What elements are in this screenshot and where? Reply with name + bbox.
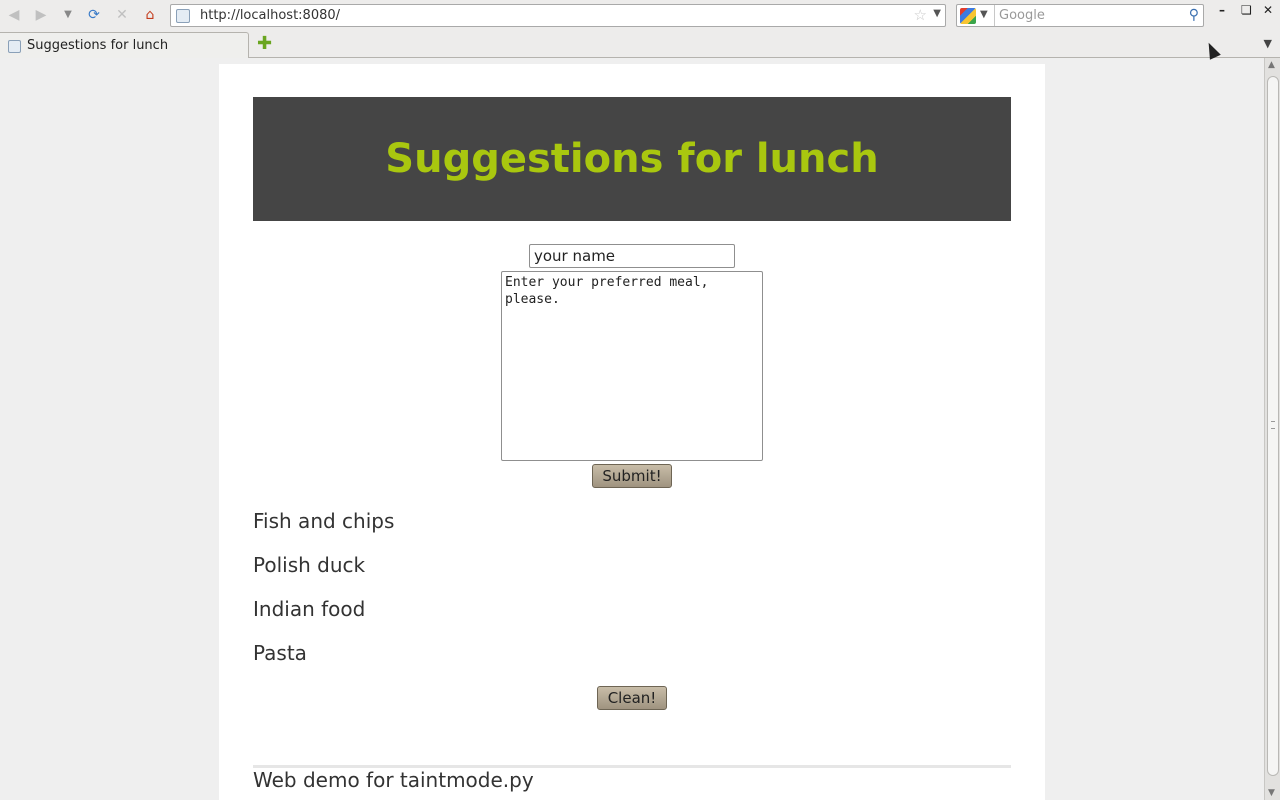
name-input[interactable] <box>529 244 735 268</box>
scroll-down-arrow-icon[interactable]: ▼ <box>1268 788 1275 798</box>
footer-text: Web demo for taintmode.py <box>253 768 534 792</box>
header-banner: Suggestions for lunch <box>253 97 1011 221</box>
search-bar[interactable]: ▼ Google ⚲ <box>956 4 1204 27</box>
page-content: Suggestions for lunch Enter your preferr… <box>219 64 1045 800</box>
submit-button[interactable]: Submit! <box>592 464 672 488</box>
scroll-thumb[interactable] <box>1267 76 1279 776</box>
search-separator <box>994 5 995 26</box>
restore-icon[interactable]: ❏ <box>1241 3 1252 17</box>
url-text[interactable]: http://localhost:8080/ <box>200 8 340 23</box>
back-arrow-icon[interactable]: ◀ <box>4 5 24 25</box>
scroll-up-arrow-icon[interactable]: ▲ <box>1268 60 1275 70</box>
close-window-icon[interactable]: ✕ <box>1263 3 1273 17</box>
url-dropdown-icon[interactable]: ▼ <box>933 8 941 19</box>
meal-textarea[interactable]: Enter your preferred meal, please. <box>501 271 763 461</box>
clean-button[interactable]: Clean! <box>597 686 667 710</box>
meal-item: Pasta <box>253 641 307 665</box>
stop-icon[interactable]: ✕ <box>112 5 132 25</box>
meal-item: Polish duck <box>253 553 366 577</box>
address-bar[interactable]: http://localhost:8080/ ☆ ▼ <box>170 4 946 27</box>
vertical-scrollbar[interactable]: ▲ ▼ <box>1264 58 1280 800</box>
minimize-icon[interactable]: – <box>1219 3 1225 17</box>
search-engine-icon[interactable] <box>960 8 976 24</box>
plus-icon[interactable]: ✚ <box>257 34 272 54</box>
home-icon[interactable]: ⌂ <box>140 5 160 25</box>
tab-list-dropdown-icon[interactable]: ▼ <box>1264 37 1272 50</box>
tab-title: Suggestions for lunch <box>27 38 169 53</box>
tab-favicon-icon <box>8 40 21 53</box>
reload-icon[interactable]: ⟳ <box>84 5 104 25</box>
search-placeholder[interactable]: Google <box>999 8 1045 23</box>
meal-item: Fish and chips <box>253 509 395 533</box>
history-dropdown-icon[interactable]: ▼ <box>58 5 78 25</box>
site-favicon-icon <box>176 9 190 23</box>
meal-item: Indian food <box>253 597 366 621</box>
star-icon[interactable]: ☆ <box>914 6 927 24</box>
tab-bar: Suggestions for lunch ✚ ▼ <box>0 32 1280 58</box>
meal-list: Fish and chips Polish duck Indian food P… <box>253 508 394 684</box>
page-title: Suggestions for lunch <box>385 136 879 182</box>
tab-suggestions[interactable]: Suggestions for lunch <box>0 32 249 58</box>
magnifier-icon[interactable]: ⚲ <box>1189 7 1199 23</box>
scroll-grip <box>1271 421 1275 429</box>
search-engine-dropdown-icon[interactable]: ▼ <box>980 9 988 20</box>
browser-chrome: ◀ ▶ ▼ ⟳ ✕ ⌂ http://localhost:8080/ ☆ ▼ ▼… <box>0 0 1280 58</box>
forward-arrow-icon[interactable]: ▶ <box>31 5 51 25</box>
navigation-toolbar: ◀ ▶ ▼ ⟳ ✕ ⌂ http://localhost:8080/ ☆ ▼ ▼… <box>0 0 1280 30</box>
